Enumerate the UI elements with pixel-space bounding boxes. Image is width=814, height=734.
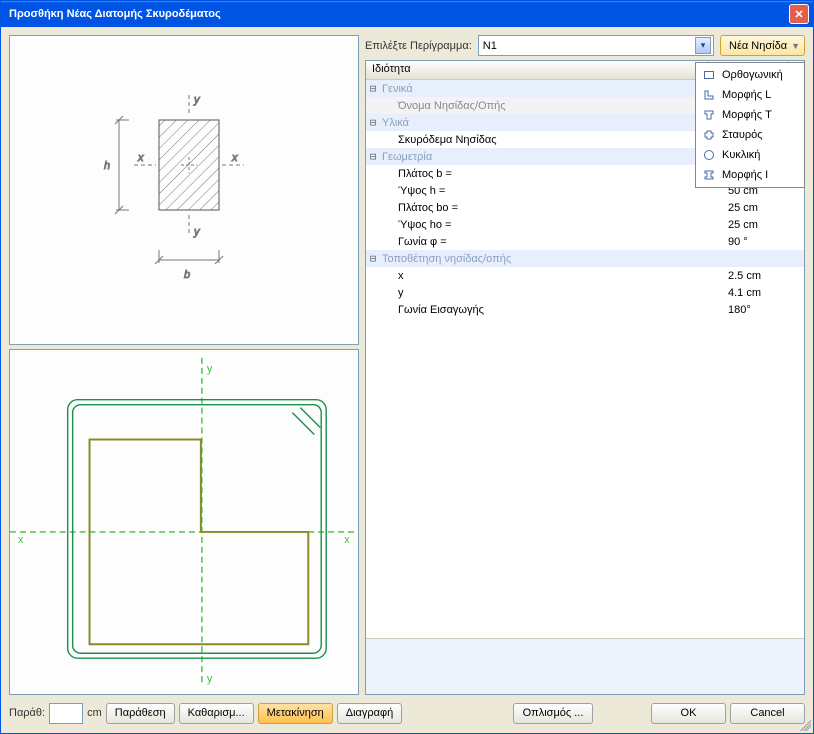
cross-icon: [702, 128, 716, 142]
rect-icon: [702, 68, 716, 82]
outline-select[interactable]: N1 ▾: [478, 35, 714, 56]
bottom-toolbar: Παράθ: cm Παράθεση Καθαρισμ... Μετακίνησ…: [9, 701, 805, 725]
svg-text:y: y: [193, 226, 201, 238]
prop-height-ho[interactable]: Ύψος ho =25 cm: [366, 216, 804, 233]
prop-width-bo[interactable]: Πλάτος bo =25 cm: [366, 199, 804, 216]
circle-icon: [702, 148, 716, 162]
outline-select-label: Επιλέξτε Περίγραμμα:: [365, 40, 472, 52]
prop-x[interactable]: x2.5 cm: [366, 267, 804, 284]
collapse-icon[interactable]: ⊟: [366, 116, 380, 129]
header-property: Ιδιότητα: [366, 61, 708, 79]
menu-item-cross[interactable]: Σταυρός: [698, 125, 802, 145]
cancel-button[interactable]: Cancel: [730, 703, 805, 724]
outline-select-value: N1: [483, 40, 695, 52]
i-shape-icon: [702, 168, 716, 182]
delete-button[interactable]: Διαγραφή: [337, 703, 403, 724]
svg-text:x: x: [18, 534, 24, 546]
svg-text:y: y: [207, 363, 213, 375]
svg-text:x: x: [137, 152, 144, 164]
collapse-icon[interactable]: ⊟: [366, 82, 380, 95]
window-title: Προσθήκη Νέας Διατομής Σκυροδέματος: [9, 8, 789, 20]
clear-button[interactable]: Καθαρισμ...: [179, 703, 254, 724]
offset-label: Παράθ:: [9, 707, 45, 719]
menu-item-i-shape[interactable]: Μορφής I: [698, 165, 802, 185]
menu-item-rectangular[interactable]: Ορθογωνική: [698, 65, 802, 85]
menu-item-l-shape[interactable]: Μορφής L: [698, 85, 802, 105]
shape-dropdown-menu: Ορθογωνική Μορφής L Μορφής T Σταυρός: [695, 62, 805, 188]
dropdown-arrow-icon: ▼: [791, 41, 800, 51]
shape-preview-top: y y x x h: [9, 35, 359, 345]
move-button[interactable]: Μετακίνηση: [258, 703, 333, 724]
titlebar: Προσθήκη Νέας Διατομής Σκυροδέματος ✕: [1, 1, 813, 27]
property-description-area: [366, 638, 804, 694]
menu-item-t-shape[interactable]: Μορφής T: [698, 105, 802, 125]
collapse-icon[interactable]: ⊟: [366, 150, 380, 163]
svg-text:y: y: [193, 94, 201, 106]
section-plan-svg: x x y y: [10, 350, 358, 694]
prop-insert-angle[interactable]: Γωνία Εισαγωγής180°: [366, 301, 804, 318]
right-column: Επιλέξτε Περίγραμμα: N1 ▾ Νέα Νησίδα ▼ Ο…: [365, 35, 805, 695]
rectangle-shape-diagram: y y x x h: [74, 75, 294, 305]
new-island-button[interactable]: Νέα Νησίδα ▼: [720, 35, 805, 56]
prop-angle-phi[interactable]: Γωνία φ =90 °: [366, 233, 804, 250]
svg-text:y: y: [207, 673, 213, 685]
group-placement[interactable]: ⊟Τοποθέτηση νησίδας/οπής: [366, 250, 804, 267]
rebar-button[interactable]: Οπλισμός ...: [513, 703, 593, 724]
menu-item-circular[interactable]: Κυκλική: [698, 145, 802, 165]
section-preview-bottom: x x y y: [9, 349, 359, 695]
t-shape-icon: [702, 108, 716, 122]
close-icon[interactable]: ✕: [789, 4, 809, 24]
content-area: y y x x h: [1, 27, 813, 733]
resize-grip-icon[interactable]: [797, 717, 811, 731]
svg-text:h: h: [104, 160, 110, 172]
chevron-down-icon: ▾: [695, 37, 711, 54]
left-column: y y x x h: [9, 35, 359, 695]
svg-text:x: x: [344, 534, 350, 546]
svg-text:b: b: [184, 269, 190, 281]
offset-unit: cm: [87, 707, 102, 719]
collapse-icon[interactable]: ⊟: [366, 252, 380, 265]
offset-input[interactable]: [49, 703, 83, 724]
prop-y[interactable]: y4.1 cm: [366, 284, 804, 301]
dialog-window: Προσθήκη Νέας Διατομής Σκυροδέματος ✕: [0, 0, 814, 734]
svg-text:x: x: [231, 152, 238, 164]
ok-button[interactable]: OK: [651, 703, 726, 724]
tile-button[interactable]: Παράθεση: [106, 703, 175, 724]
l-shape-icon: [702, 88, 716, 102]
new-island-label: Νέα Νησίδα: [729, 40, 787, 52]
